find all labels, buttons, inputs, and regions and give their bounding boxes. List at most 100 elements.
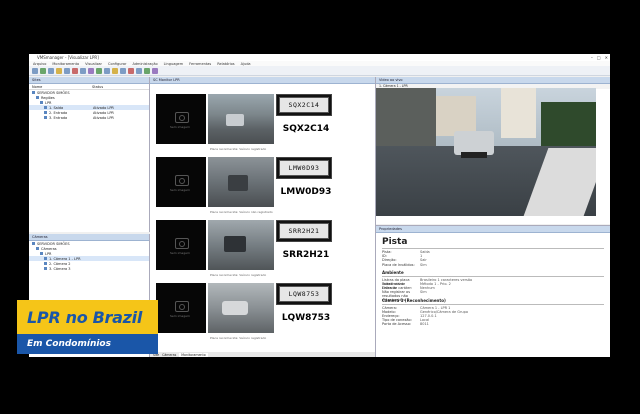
- lane-icon: [44, 111, 47, 114]
- plate-crop: SQX2C14: [276, 94, 332, 116]
- properties-title: Pista: [382, 237, 408, 247]
- promo-banner: LPR no Brazil Em Condomínios: [17, 300, 158, 356]
- toolbar-button[interactable]: [144, 67, 150, 74]
- camera-icon: [44, 257, 47, 260]
- panel-title: Câmeras: [29, 234, 149, 241]
- menu-item[interactable]: Configurar: [108, 62, 126, 66]
- toolbar-button[interactable]: [72, 67, 78, 74]
- snapshot-placeholder: Sem imagem: [156, 220, 206, 270]
- result-caption: Placa reconhecida: Veículo não registrad…: [210, 210, 273, 214]
- sites-panel: Sites Nome Status SERVIDOR SIMÕES Regiõe…: [29, 77, 150, 232]
- folder-icon: [36, 96, 39, 99]
- column-status: Status: [92, 84, 104, 89]
- lpr-results-list[interactable]: Sem imagem SQX2C14 SQX2C14 Placa reconhe…: [152, 91, 373, 353]
- vehicle-snapshot[interactable]: [208, 157, 274, 207]
- vehicle-snapshot[interactable]: [208, 283, 274, 333]
- lpr-monitor-panel: SC Monitor LPR Sem imagem SQX2C14 SQX2C1…: [150, 77, 376, 357]
- toolbar-button[interactable]: [32, 67, 38, 74]
- tree-item[interactable]: 3. Câmera 3: [29, 266, 149, 271]
- menu-item[interactable]: Relatórios: [217, 62, 234, 66]
- minimize-icon[interactable]: –: [591, 55, 593, 60]
- camera-icon: [175, 112, 189, 123]
- toolbar: [29, 66, 610, 76]
- tab-monitoring[interactable]: Monitoramento: [179, 352, 208, 357]
- plate-number: SRR2H21: [282, 250, 330, 260]
- result-caption: Placa reconhecida: Veículo registrado: [210, 147, 267, 151]
- no-image-label: Sem imagem: [170, 251, 190, 255]
- toolbar-button[interactable]: [136, 67, 142, 74]
- maximize-icon[interactable]: □: [597, 55, 601, 60]
- plate-number: SQX2C14: [282, 124, 330, 134]
- snapshot-placeholder: Sem imagem: [156, 157, 206, 207]
- plate-crop: LQW8753: [276, 283, 332, 305]
- banner-subtitle: Em Condomínios: [27, 339, 111, 349]
- plate-crop-text: SRR2H21: [279, 223, 329, 239]
- result-caption: Placa reconhecida: Veículo registrado: [210, 273, 267, 277]
- camera-icon: [44, 262, 47, 265]
- banner-title: LPR no Brazil: [27, 307, 143, 327]
- toolbar-button[interactable]: [88, 67, 94, 74]
- camera-icon: [44, 267, 47, 270]
- server-icon: [32, 242, 35, 245]
- section-title: Ambiente: [382, 269, 404, 275]
- toolbar-button[interactable]: [48, 67, 54, 74]
- camera-icon: [175, 301, 189, 312]
- toolbar-button[interactable]: [80, 67, 86, 74]
- section-title: Câmera 1 (Reconhecimento): [382, 297, 446, 303]
- vehicle-snapshot[interactable]: [208, 220, 274, 270]
- title-bar: VMSmanager - [Visualizar LPR] – □ ✕: [29, 54, 610, 61]
- plate-number: LMW0D93: [280, 187, 332, 197]
- menu-item[interactable]: Ferramentas: [189, 62, 211, 66]
- toolbar-button[interactable]: [56, 67, 62, 74]
- snapshot-placeholder: Sem imagem: [156, 283, 206, 333]
- plate-crop: SRR2H21: [276, 220, 332, 242]
- camera-icon: [175, 238, 189, 249]
- panel-title: SC Monitor LPR: [150, 77, 375, 84]
- snapshot-placeholder: Sem imagem: [156, 94, 206, 144]
- plate-number: LQW8753: [281, 313, 331, 323]
- tree-item[interactable]: 3. Entrada Ativado LPR: [29, 115, 149, 120]
- panel-title: Video ao vivo: [376, 77, 610, 84]
- menu-item[interactable]: Visualizar: [85, 62, 102, 66]
- close-icon[interactable]: ✕: [605, 55, 608, 60]
- camera-icon: [175, 175, 189, 186]
- plate-crop: LMW0D93: [276, 157, 332, 179]
- result-caption: Placa reconhecida: Veículo registrado: [210, 336, 267, 340]
- folder-icon: [40, 252, 43, 255]
- window-title: VMSmanager - [Visualizar LPR]: [37, 55, 99, 60]
- toolbar-button[interactable]: [128, 67, 134, 74]
- toolbar-button[interactable]: [104, 67, 110, 74]
- vehicle-snapshot[interactable]: [208, 94, 274, 144]
- plate-crop-text: LMW0D93: [279, 160, 329, 176]
- menu-item[interactable]: Linguagem: [164, 62, 184, 66]
- live-video-frame[interactable]: [376, 88, 596, 216]
- banner-title-box: LPR no Brazil: [17, 300, 158, 334]
- toolbar-button[interactable]: [64, 67, 70, 74]
- no-image-label: Sem imagem: [170, 125, 190, 129]
- live-video-panel: Video ao vivo 1. Câmera 1 - LPR: [376, 77, 610, 224]
- no-image-label: Sem imagem: [170, 314, 190, 318]
- toolbar-button[interactable]: [120, 67, 126, 74]
- toolbar-button[interactable]: [96, 67, 102, 74]
- toolbar-button[interactable]: [112, 67, 118, 74]
- property-row: Não registrar os resultados não reconhec…: [382, 290, 427, 303]
- toolbar-button[interactable]: [40, 67, 46, 74]
- lane-icon: [44, 116, 47, 119]
- property-row: Porta de Acesso: 8011: [382, 322, 429, 327]
- menu-item[interactable]: Arquivo: [33, 62, 46, 66]
- column-name: Nome: [32, 84, 43, 89]
- property-row: Placa de Inválidos: Sim: [382, 262, 427, 267]
- toolbar-button[interactable]: [152, 67, 158, 74]
- folder-icon: [40, 101, 43, 104]
- menu-item[interactable]: Monitoramento: [52, 62, 79, 66]
- plate-crop-text: SQX2C14: [279, 97, 329, 113]
- tab-cameras[interactable]: Câmeras: [162, 353, 176, 357]
- properties-panel: Propriedades Pista Pista: Saída ID: 1 Dire…: [376, 225, 610, 357]
- lane-icon: [44, 106, 47, 109]
- no-image-label: Sem imagem: [170, 188, 190, 192]
- banner-subtitle-box: Em Condomínios: [17, 334, 158, 354]
- folder-icon: [36, 247, 39, 250]
- menu-item[interactable]: Ajuda: [241, 62, 251, 66]
- menu-item[interactable]: Administração: [132, 62, 157, 66]
- server-icon: [32, 91, 35, 94]
